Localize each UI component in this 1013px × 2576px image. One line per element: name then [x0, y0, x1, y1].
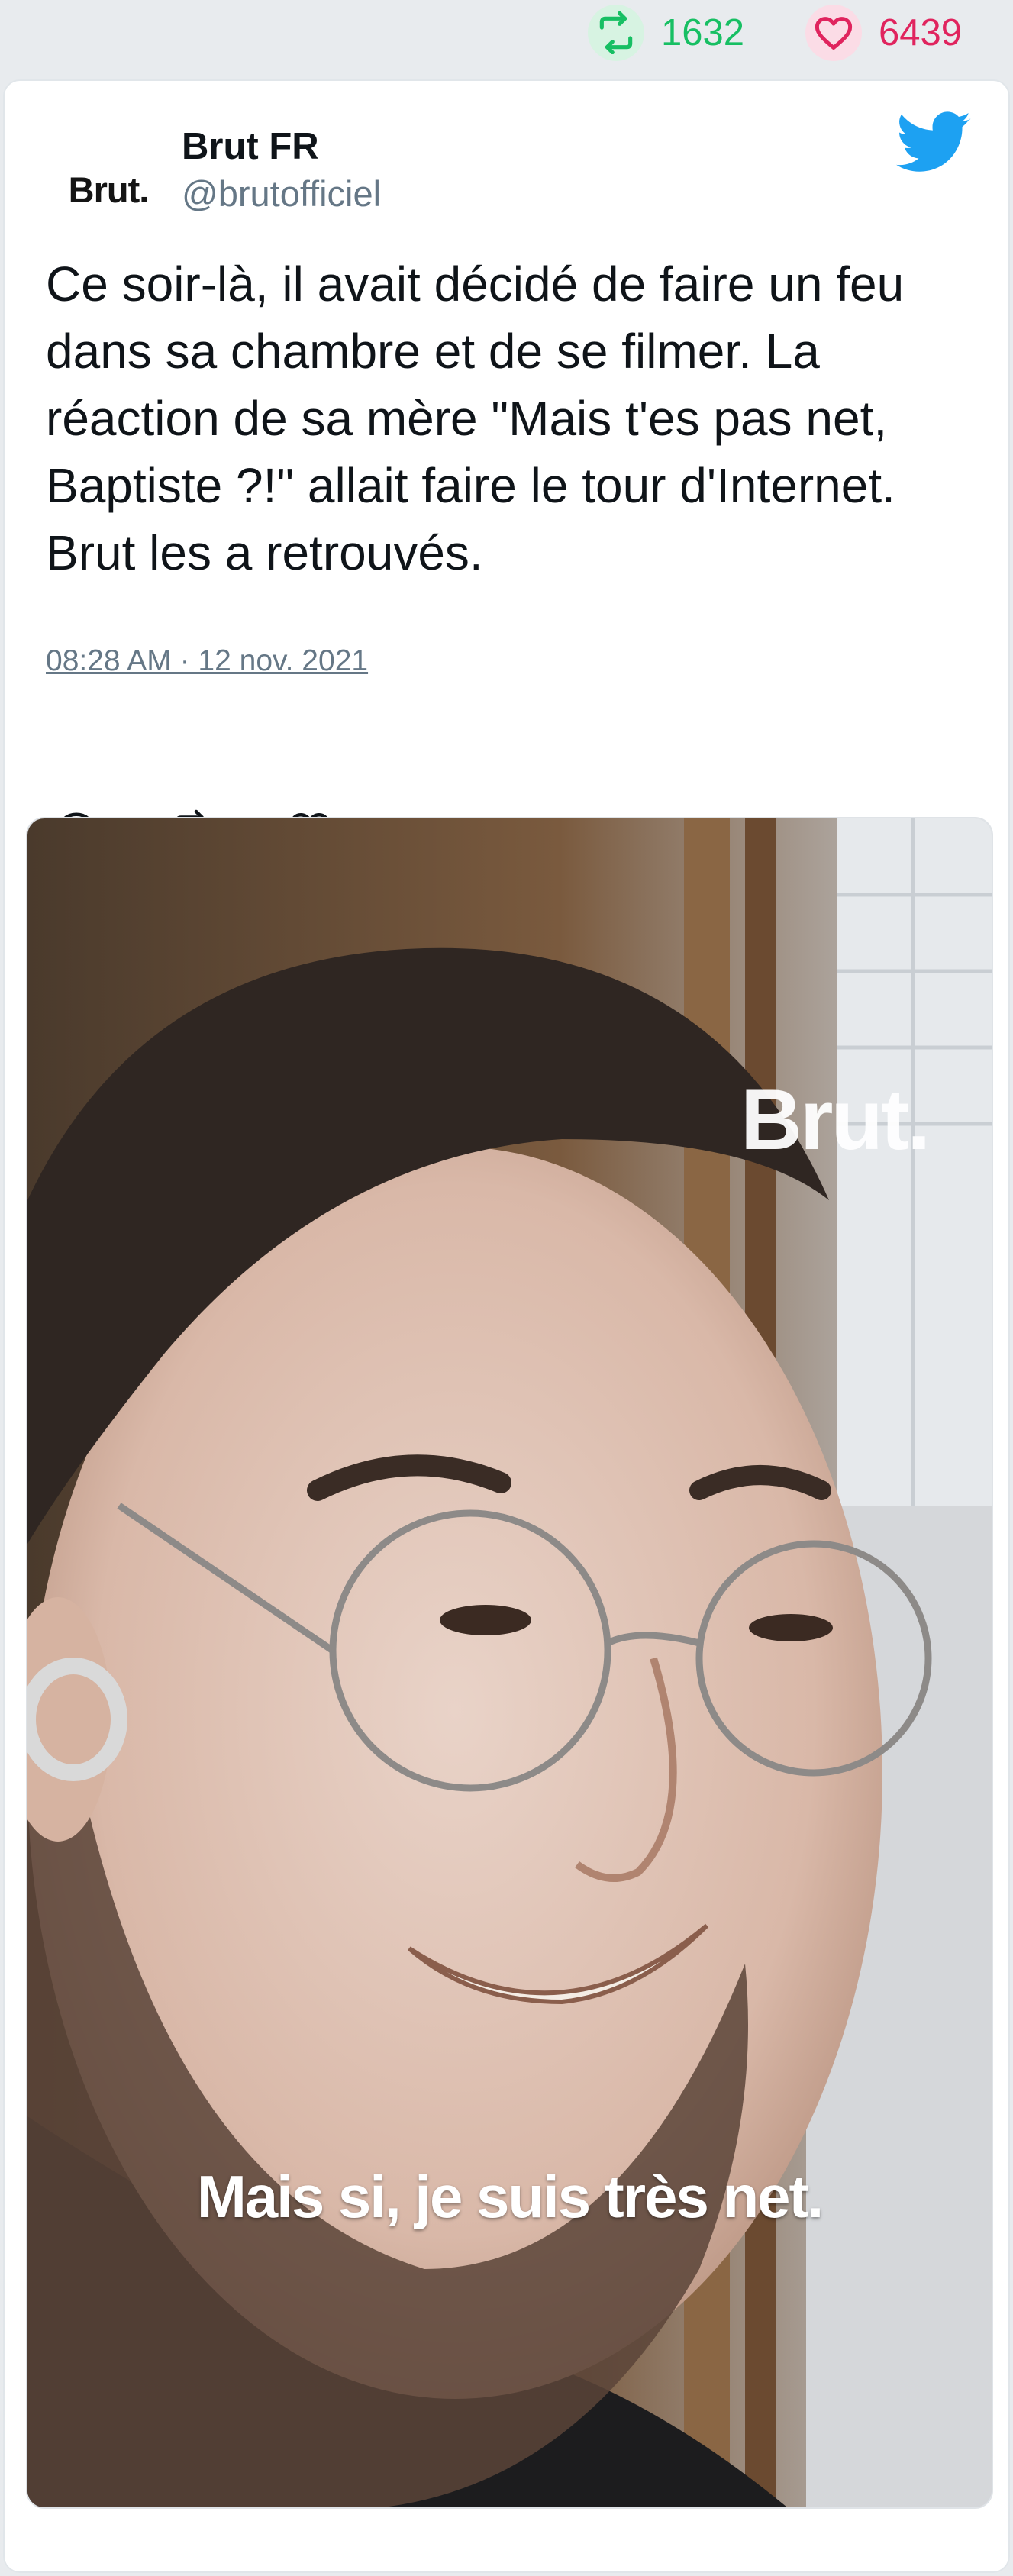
author-name[interactable]: Brut FR [182, 125, 319, 168]
tweet-text: Ce soir-là, il avait décidé de faire un … [46, 257, 905, 580]
tweet-stats-bar: 1632 6439 [0, 0, 1013, 73]
tweet-timestamp[interactable]: 08:28 AM · 12 nov. 2021 [46, 644, 368, 678]
avatar-logo: Brut. [68, 169, 150, 210]
tweet-card: Brut. Brut FR @brutofficiel Ce soir-là, … [3, 79, 1010, 2573]
video-subtitle: Mais si, je suis très net. [196, 2163, 824, 2230]
retweet-icon [588, 5, 644, 61]
retweet-count-label: 1632 [661, 12, 745, 53]
like-count-label: 6439 [879, 12, 963, 53]
like-count[interactable]: 6439 [805, 5, 962, 61]
avatar[interactable]: Brut. [44, 125, 173, 253]
tweet-media[interactable]: Brut. Mais si, je suis très net. [26, 817, 993, 2509]
retweet-count[interactable]: 1632 [588, 5, 744, 61]
author-handle[interactable]: @brutofficiel [182, 173, 381, 215]
heart-icon [805, 5, 862, 61]
twitter-bird-icon[interactable] [896, 111, 973, 174]
brut-watermark: Brut. [740, 1072, 931, 1167]
